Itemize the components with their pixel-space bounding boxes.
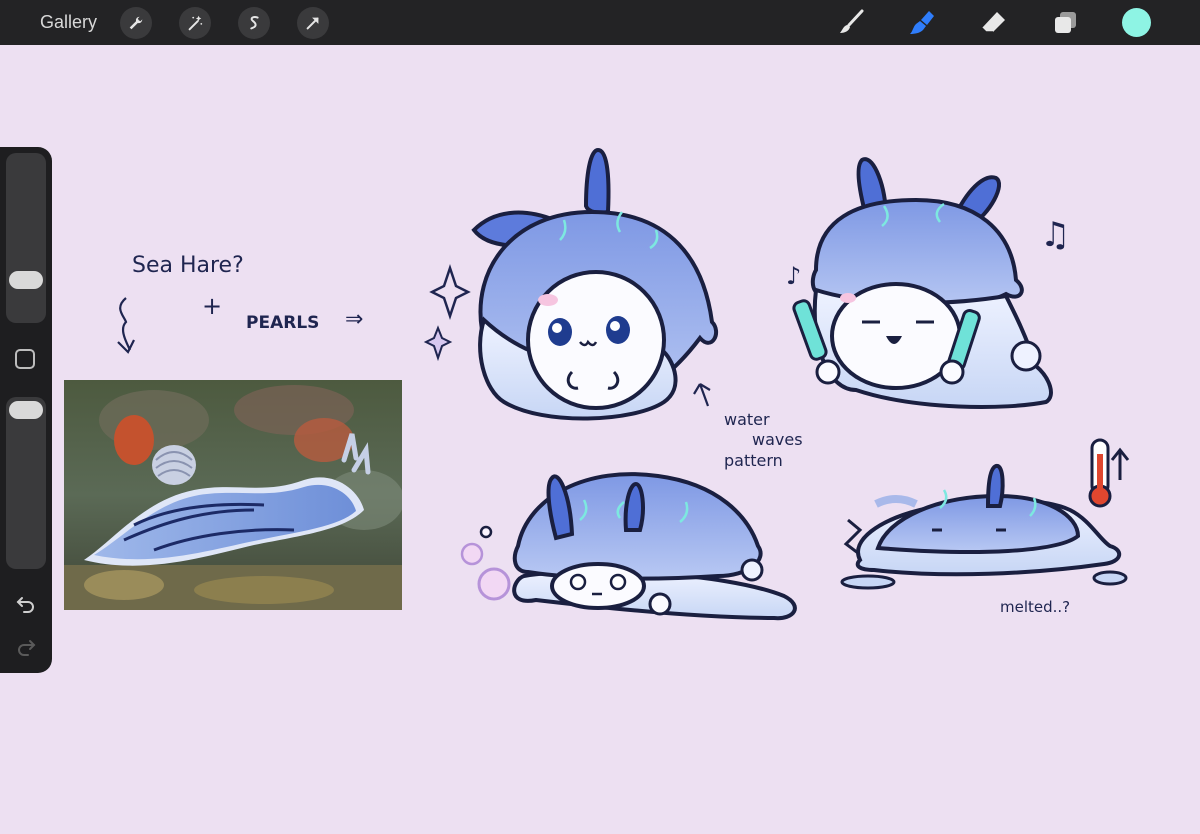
sparkle-icon	[429, 264, 471, 320]
note-arrow: ⇒	[345, 307, 363, 332]
thermometer-icon	[1088, 438, 1112, 508]
sparkle-icon	[423, 325, 453, 362]
note-plus: +	[202, 292, 222, 320]
character-melted	[840, 464, 1128, 590]
note-melted: melted..?	[1000, 598, 1070, 616]
note-waves: waves	[752, 430, 803, 449]
music-note-icon: ♫	[1040, 215, 1070, 255]
note-water: water	[724, 410, 770, 429]
music-note-icon: ♪	[786, 262, 801, 290]
canvas-artwork[interactable]: Sea Hare? + PEARLS ⇒ water waves pattern	[0, 0, 1200, 834]
character-idle	[471, 147, 719, 421]
character-happy	[792, 157, 1053, 409]
note-pearls: PEARLS	[246, 313, 319, 333]
note-sea-hare: Sea Hare?	[132, 253, 244, 278]
note-pattern: pattern	[724, 451, 783, 470]
curly-arrow	[119, 297, 131, 351]
arrow-up-icon	[1110, 447, 1130, 480]
character-shy	[460, 472, 797, 621]
pointer-arrow	[693, 383, 711, 407]
